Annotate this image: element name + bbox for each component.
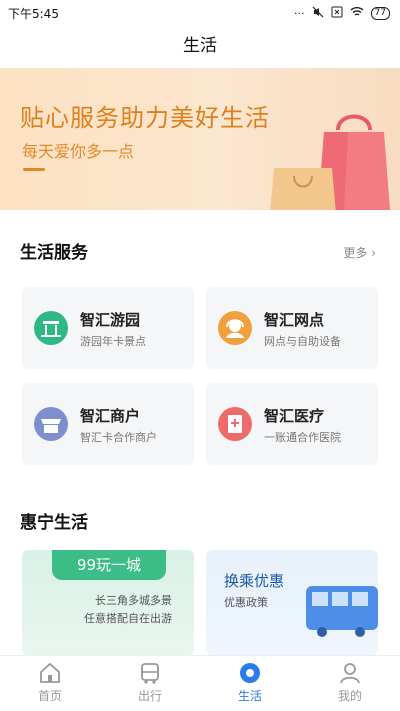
service-card-medical[interactable]: 智汇医疗 一账通合作医院 (206, 383, 378, 465)
hospital-icon (218, 407, 252, 441)
mute-icon (312, 6, 324, 21)
status-bar: 下午5:45 ··· 77 (0, 0, 400, 26)
promo-title: 换乘优惠 (224, 572, 285, 590)
promo-card-99[interactable]: 99玩一城 长三角多城多景 任意搭配自在出游 (22, 550, 194, 655)
bottom-tab-bar: 首页 出行 生活 我的 (0, 655, 400, 711)
tab-label: 出行 (137, 689, 162, 703)
huining-section-title: 惠宁生活 (20, 513, 88, 533)
service-desc: 智汇卡合作商户 (80, 431, 157, 444)
promo-banner[interactable]: 贴心服务助力美好生活 每天爱你多一点 (0, 68, 400, 210)
tab-label: 首页 (37, 689, 62, 703)
tab-home[interactable]: 首页 (0, 656, 100, 711)
bus-illustration-icon (306, 586, 378, 637)
paper-bag-icon (270, 168, 336, 210)
service-desc: 一账通合作医院 (264, 431, 341, 444)
promo-line-2: 任意搭配自在出游 (84, 612, 172, 625)
service-desc: 游园年卡景点 (80, 335, 146, 348)
profile-icon (340, 663, 360, 684)
service-agent-icon (218, 311, 252, 345)
merchant-store-icon (34, 407, 68, 441)
services-section-title: 生活服务 (20, 243, 88, 263)
promo-line-1: 长三角多城多景 (95, 594, 172, 607)
page-title: 生活 (183, 36, 217, 56)
park-gate-icon (34, 311, 68, 345)
tab-label: 生活 (237, 689, 262, 703)
life-icon (240, 663, 260, 683)
service-desc: 网点与自助设备 (264, 335, 341, 348)
promo-ribbon: 99玩一城 (52, 550, 166, 580)
service-card-outlet[interactable]: 智汇网点 网点与自助设备 (206, 287, 378, 369)
service-name: 智汇网点 (264, 311, 325, 329)
promo-card-transfer[interactable]: 换乘优惠 优惠政策 (206, 550, 378, 655)
banner-title: 贴心服务助力美好生活 (20, 104, 270, 132)
promo-subtitle: 优惠政策 (224, 596, 268, 609)
service-name: 智汇游园 (80, 311, 141, 329)
tab-profile[interactable]: 我的 (300, 656, 400, 711)
service-card-park[interactable]: 智汇游园 游园年卡景点 (22, 287, 194, 369)
banner-subtitle: 每天爱你多一点 (22, 142, 135, 161)
more-link[interactable]: 更多 › (343, 244, 376, 261)
tab-label: 我的 (337, 689, 362, 703)
tab-life[interactable]: 生活 (200, 656, 300, 711)
banner-divider (23, 168, 45, 171)
signal-dots-icon: ··· (294, 6, 305, 20)
status-icons: ··· 77 (294, 6, 390, 21)
service-card-merchant[interactable]: 智汇商户 智汇卡合作商户 (22, 383, 194, 465)
sim-icon (331, 6, 343, 21)
status-time: 下午5:45 (8, 6, 59, 21)
wifi-icon (350, 6, 364, 20)
home-icon (40, 662, 60, 683)
battery-icon: 77 (370, 6, 390, 20)
service-name: 智汇医疗 (264, 407, 325, 425)
service-name: 智汇商户 (80, 407, 141, 425)
bus-icon (141, 663, 159, 684)
tab-travel[interactable]: 出行 (100, 656, 200, 711)
